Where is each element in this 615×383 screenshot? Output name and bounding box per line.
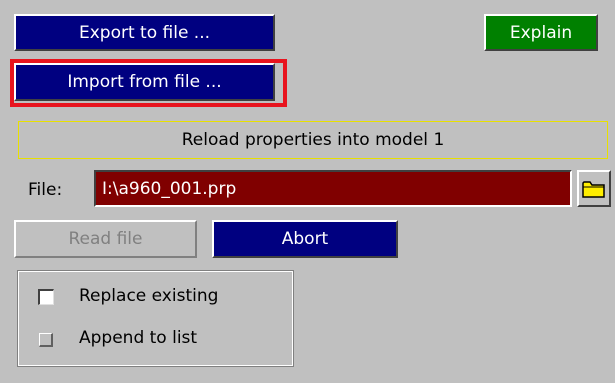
read-file-label: Read file [68, 229, 143, 249]
explain-button[interactable]: Explain [484, 14, 598, 51]
export-to-file-button[interactable]: Export to file ... [14, 14, 275, 51]
explain-label: Explain [509, 22, 573, 43]
export-to-file-label: Export to file ... [78, 22, 211, 43]
import-from-file-button[interactable]: Import from file ... [14, 63, 275, 101]
reload-properties-panel: Export to file ... Explain Import from f… [0, 0, 615, 383]
read-file-button[interactable]: Read file [14, 220, 197, 258]
append-to-list-checkbox[interactable] [39, 333, 53, 347]
append-to-list-label: Append to list [79, 328, 198, 348]
reload-properties-title: Reload properties into model 1 [18, 121, 608, 159]
file-label: File: [28, 180, 63, 200]
replace-existing-checkbox[interactable] [38, 289, 54, 305]
file-path-input[interactable]: I:\a960_001.prp [94, 170, 572, 207]
abort-button[interactable]: Abort [212, 220, 398, 258]
file-path-value: I:\a960_001.prp [102, 178, 237, 199]
folder-icon [582, 180, 605, 198]
import-from-file-label: Import from file ... [67, 72, 222, 92]
browse-folder-button[interactable] [577, 170, 611, 207]
replace-existing-label: Replace existing [79, 286, 219, 306]
reload-properties-title-text: Reload properties into model 1 [181, 130, 445, 150]
abort-label: Abort [281, 229, 329, 249]
